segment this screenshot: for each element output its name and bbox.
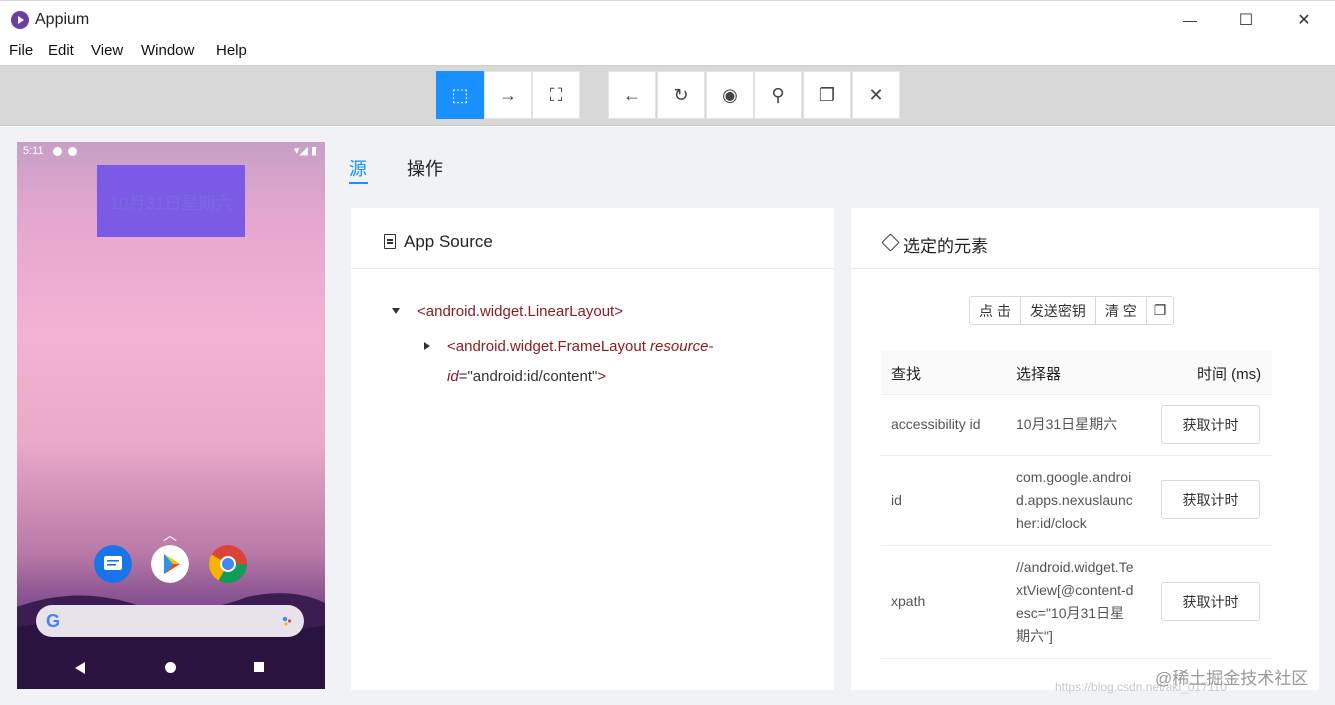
clock-widget[interactable]: 10月31日星期六 xyxy=(97,165,245,237)
search-icon: ⚲ xyxy=(771,84,785,105)
nav-recents-icon[interactable] xyxy=(254,662,264,672)
menu-help[interactable]: Help xyxy=(216,42,247,59)
node-attr-value: "android:id/content" xyxy=(467,368,598,385)
tab-source[interactable]: 源 xyxy=(349,155,367,181)
device-nav-bar xyxy=(17,647,325,689)
device-screenshot[interactable]: 5:11 ▾◢ ▮ 10月31日星期六 ︿ G xyxy=(17,142,325,689)
get-timing-button[interactable]: 获取计时 xyxy=(1161,582,1260,621)
row-selector-value: //android.widget.TextView[@content-desc=… xyxy=(1016,559,1134,644)
row-selector-value: com.google.android.apps.nexuslauncher:id… xyxy=(1016,469,1133,531)
nav-back-icon[interactable] xyxy=(75,662,85,674)
play-store-app-icon[interactable] xyxy=(151,545,189,583)
file-icon xyxy=(384,234,396,249)
tree-node-linearlayout[interactable]: <android.widget.LinearLayout> xyxy=(417,303,623,320)
maximize-button[interactable]: ☐ xyxy=(1218,1,1274,39)
send-keys-button[interactable]: 发送密钥 xyxy=(1021,297,1096,324)
row-divider xyxy=(881,455,1272,456)
inspector-toolbar: ⬚ → ⛶ ← ↻ ◉ ⚲ ❐ ✕ xyxy=(0,65,1335,126)
row-selector-value: 10月31日星期六 xyxy=(1016,416,1118,432)
title-bar: Appium — ☐ ✕ xyxy=(0,0,1335,38)
column-selector: 选择器 xyxy=(1016,366,1062,383)
refresh-icon: ↻ xyxy=(673,84,689,105)
copy-attributes-button[interactable]: ❐ xyxy=(1147,297,1174,324)
swipe-icon: → xyxy=(499,84,517,105)
watermark: @稀土掘金技术社区 xyxy=(1155,669,1309,688)
swipe-by-coordinates-button[interactable]: → xyxy=(484,71,532,119)
show-hide-button[interactable]: ◉ xyxy=(706,71,754,119)
node-tag: <android.widget.FrameLayout xyxy=(447,338,651,355)
gear-status-icon xyxy=(68,147,77,156)
appium-logo-icon xyxy=(11,11,29,29)
clear-button[interactable]: 清 空 xyxy=(1096,297,1147,324)
assistant-icon[interactable] xyxy=(282,616,292,626)
tree-node-framelayout[interactable]: <android.widget.FrameLayout resource- xyxy=(447,338,713,355)
node-attr-name: resource- xyxy=(650,338,714,355)
nav-home-icon[interactable] xyxy=(165,662,176,673)
selected-element-header: 选定的元素 xyxy=(851,208,1319,269)
device-status-bar: 5:11 ▾◢ ▮ xyxy=(17,142,325,162)
app-drawer-chevron-icon[interactable]: ︿ xyxy=(163,525,177,545)
expand-caret-icon[interactable] xyxy=(424,342,430,350)
column-find: 查找 xyxy=(891,366,922,383)
node-tag: <android.widget.LinearLayout> xyxy=(417,303,623,320)
google-logo-icon: G xyxy=(46,611,61,631)
back-button[interactable]: ← xyxy=(608,71,656,119)
menu-file[interactable]: File xyxy=(9,42,33,59)
row-find-strategy: accessibility id xyxy=(891,416,981,432)
tab-actions[interactable]: 操作 xyxy=(407,155,443,181)
clock-text: 10月31日星期六 xyxy=(109,193,233,213)
minimize-icon: — xyxy=(1183,12,1197,28)
tap-by-coordinates-button[interactable]: ⛶ xyxy=(532,71,580,119)
tap-element-button[interactable]: 点 击 xyxy=(970,297,1021,324)
chrome-app-icon[interactable] xyxy=(209,545,247,583)
messages-app-icon[interactable] xyxy=(94,545,132,583)
app-source-panel: App Source xyxy=(351,208,834,690)
app-source-header: App Source xyxy=(351,208,834,269)
active-tab-indicator xyxy=(349,182,368,184)
select-element-icon: ⬚ xyxy=(451,84,469,105)
eye-icon: ◉ xyxy=(722,84,738,105)
minimize-button[interactable]: — xyxy=(1162,1,1218,39)
maximize-icon: ☐ xyxy=(1238,12,1254,29)
menu-edit[interactable]: Edit xyxy=(48,42,74,59)
menu-bar: File Edit View Window Help xyxy=(0,38,1335,65)
menu-window[interactable]: Window xyxy=(141,42,194,59)
close-icon: ✕ xyxy=(1297,12,1311,29)
copy-icon: ❐ xyxy=(818,84,836,105)
menu-view[interactable]: View xyxy=(91,42,123,59)
app-source-title: App Source xyxy=(404,232,493,251)
collapse-caret-icon[interactable] xyxy=(392,308,400,314)
search-element-button[interactable]: ⚲ xyxy=(754,71,802,119)
signal-battery-icon: ▾◢ ▮ xyxy=(293,145,317,157)
column-time: 时间 (ms) xyxy=(1197,366,1262,383)
copy-icon: ❐ xyxy=(1153,302,1167,318)
get-timing-button[interactable]: 获取计时 xyxy=(1161,480,1260,519)
window-title: Appium xyxy=(35,11,90,28)
refresh-button[interactable]: ↻ xyxy=(657,71,705,119)
tree-node-framelayout-cont[interactable]: id="android:id/content"> xyxy=(447,368,606,385)
row-find-strategy: xpath xyxy=(891,593,926,609)
node-tag-close: > xyxy=(597,368,607,385)
back-icon: ← xyxy=(623,84,641,105)
copy-xml-button[interactable]: ❐ xyxy=(803,71,851,119)
status-time: 5:11 xyxy=(23,145,44,157)
node-attr-name: id xyxy=(447,368,459,385)
tap-coordinates-icon: ⛶ xyxy=(549,84,563,105)
select-elements-button[interactable]: ⬚ xyxy=(436,71,484,119)
close-window-button[interactable]: ✕ xyxy=(1276,1,1332,39)
row-divider xyxy=(881,658,1272,659)
row-find-strategy: id xyxy=(891,492,902,508)
selected-element-title: 选定的元素 xyxy=(903,237,988,256)
quit-session-button[interactable]: ✕ xyxy=(852,71,900,119)
row-divider xyxy=(881,545,1272,546)
quit-session-icon: ✕ xyxy=(868,84,884,105)
tag-icon xyxy=(881,233,900,252)
get-timing-button[interactable]: 获取计时 xyxy=(1161,405,1260,444)
settings-status-icon xyxy=(53,147,62,156)
element-actions-group: 点 击 发送密钥 清 空 ❐ xyxy=(969,296,1175,325)
google-search-bar[interactable]: G xyxy=(36,605,304,637)
